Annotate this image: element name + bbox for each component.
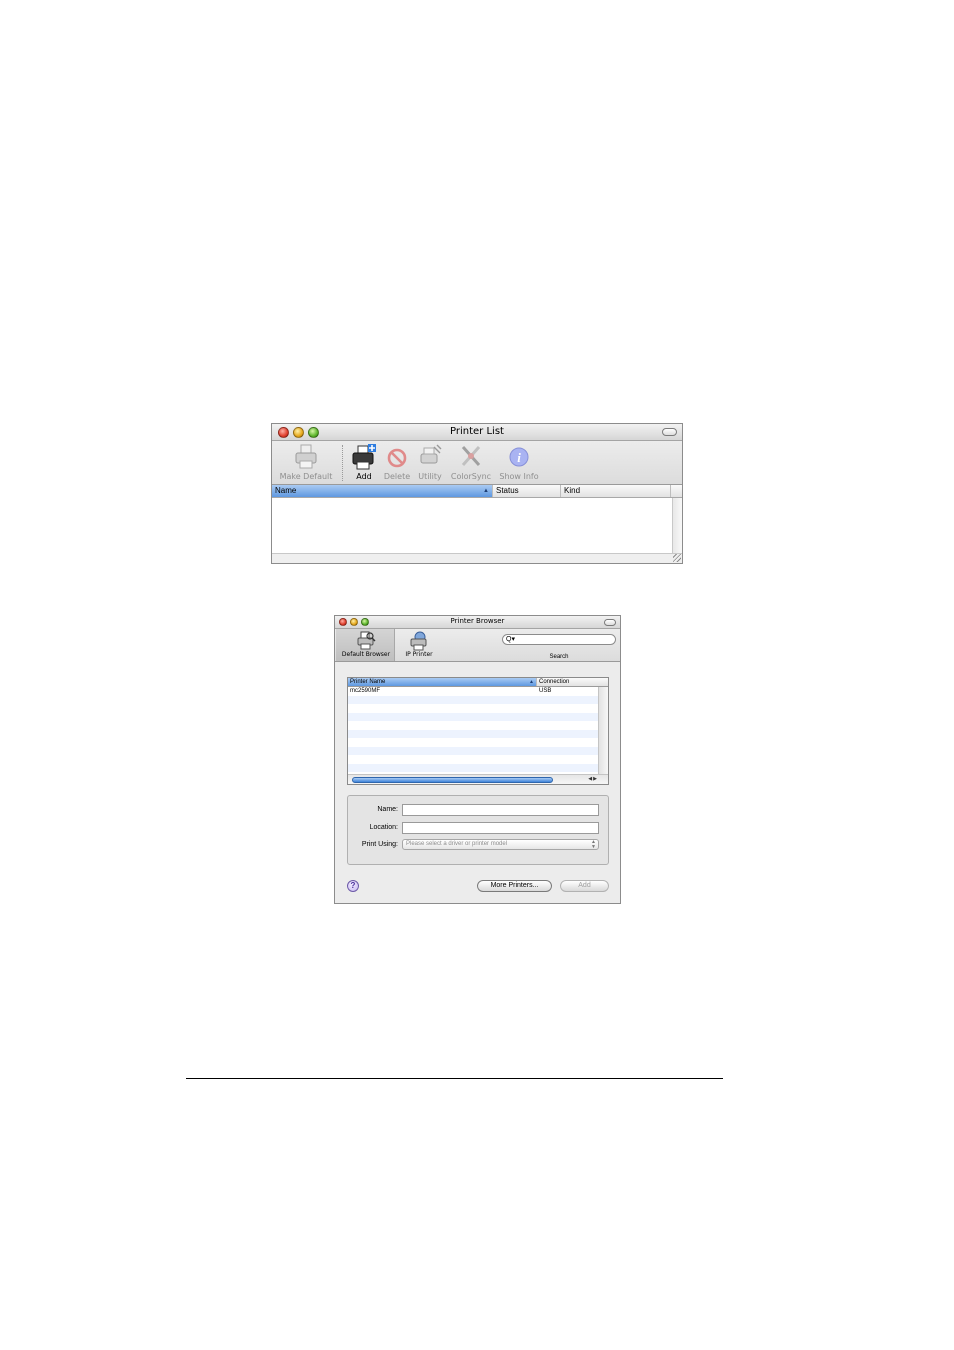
printer-browser-window: Printer Browser Default Browser IP Print… [334,615,621,904]
colorsync-button[interactable]: ColorSync [449,443,493,481]
colorsync-label: ColorSync [450,472,492,481]
utility-label: Utility [418,472,442,481]
printer-icon [295,444,317,469]
delete-icon [387,448,407,468]
table-row[interactable] [348,738,598,747]
table-row[interactable] [348,755,598,764]
location-label: Location: [369,824,398,831]
utility-icon [420,444,442,464]
scroll-thumb[interactable] [352,777,553,783]
connection-cell: USB [539,688,552,694]
add-button[interactable]: Add [560,880,609,892]
table-row[interactable] [348,704,598,713]
svg-text:i: i [517,450,521,465]
default-browser-button[interactable]: Default Browser [337,630,395,658]
print-using-value: Please select a driver or printer model [406,841,508,847]
toolbar: Make Default Add Delete Utility ColorSyn… [272,441,682,485]
ip-printer-label: IP Printer [405,651,433,658]
scroll-arrows-icon[interactable]: ◀▶ [588,776,598,782]
select-arrows-icon: ▲ ▼ [591,839,596,850]
more-printers-button[interactable]: More Printers... [477,880,552,892]
toolbar-toggle-button[interactable] [604,619,616,626]
column-kind[interactable]: Kind [561,485,671,497]
vertical-scrollbar[interactable] [672,498,682,553]
column-printer-name[interactable]: Printer Name ▲ [348,678,537,686]
window-title: Printer Browser [450,617,505,625]
table-row[interactable] [348,729,598,738]
print-using-select[interactable]: Please select a driver or printer model … [402,839,599,850]
toolbar-separator [342,445,343,481]
horizontal-scrollbar[interactable]: ◀▶ [348,774,608,784]
ip-printer-icon [410,631,427,651]
printer-table-header: Printer Name ▲ Connection [348,678,608,687]
sort-ascending-icon: ▲ [529,679,534,685]
colorsync-icon [461,446,481,466]
default-browser-label: Default Browser [341,651,391,658]
printer-rows: mc2590MF USB [348,687,598,772]
resize-grip-icon[interactable] [673,554,681,562]
search-input[interactable]: Q▾ [502,634,616,645]
delete-label: Delete [383,472,411,481]
printer-list-header: Name ▲ Status Kind [272,485,682,498]
title-bar[interactable]: Printer List [272,424,682,441]
bottom-bar [272,553,682,563]
name-label: Name: [377,806,398,813]
column-status[interactable]: Status [493,485,561,497]
print-using-label: Print Using: [361,841,398,848]
table-row[interactable] [348,746,598,755]
show-info-button[interactable]: i Show Info [497,443,541,481]
sort-ascending-icon: ▲ [483,488,489,494]
printer-table: Printer Name ▲ Connection mc2590MF USB ◀… [347,677,609,785]
search-icon: Q▾ [506,636,515,643]
printer-settings-panel: Name: Location: Print Using: Please sele… [347,795,609,865]
default-browser-icon [357,631,376,650]
add-printer-icon [352,444,376,470]
column-connection[interactable]: Connection [537,678,608,686]
footer-divider [186,1078,723,1079]
table-row[interactable] [348,712,598,721]
table-row[interactable] [348,721,598,730]
make-default-button[interactable]: Make Default [276,443,336,481]
add-label: Add [356,472,372,481]
toolbar-toggle-button[interactable] [662,428,677,436]
add-button[interactable]: Add [350,443,378,481]
title-bar[interactable]: Printer Browser [335,616,620,629]
printer-list-window: Printer List Make Default Add Delete Uti… [271,423,683,564]
printer-name-cell: mc2590MF [350,688,381,694]
show-info-label: Show Info [499,472,539,481]
column-name[interactable]: Name ▲ [272,485,493,497]
utility-button[interactable]: Utility [415,443,445,481]
ip-printer-button[interactable]: IP Printer [399,630,439,658]
location-field[interactable] [402,822,599,834]
make-default-label: Make Default [279,472,333,481]
vertical-scrollbar[interactable] [598,687,608,774]
delete-button[interactable]: Delete [382,443,412,481]
help-button[interactable]: ? [347,880,359,892]
search-label: Search [549,654,569,660]
table-row[interactable] [348,695,598,704]
table-row[interactable] [348,763,598,772]
name-field[interactable] [402,804,599,816]
table-row[interactable]: mc2590MF USB [348,687,598,696]
toolbar: Default Browser IP Printer Q▾ Search [335,629,620,662]
window-title: Printer List [450,426,504,437]
printer-list-body[interactable] [272,498,672,553]
info-icon: i [509,447,529,467]
